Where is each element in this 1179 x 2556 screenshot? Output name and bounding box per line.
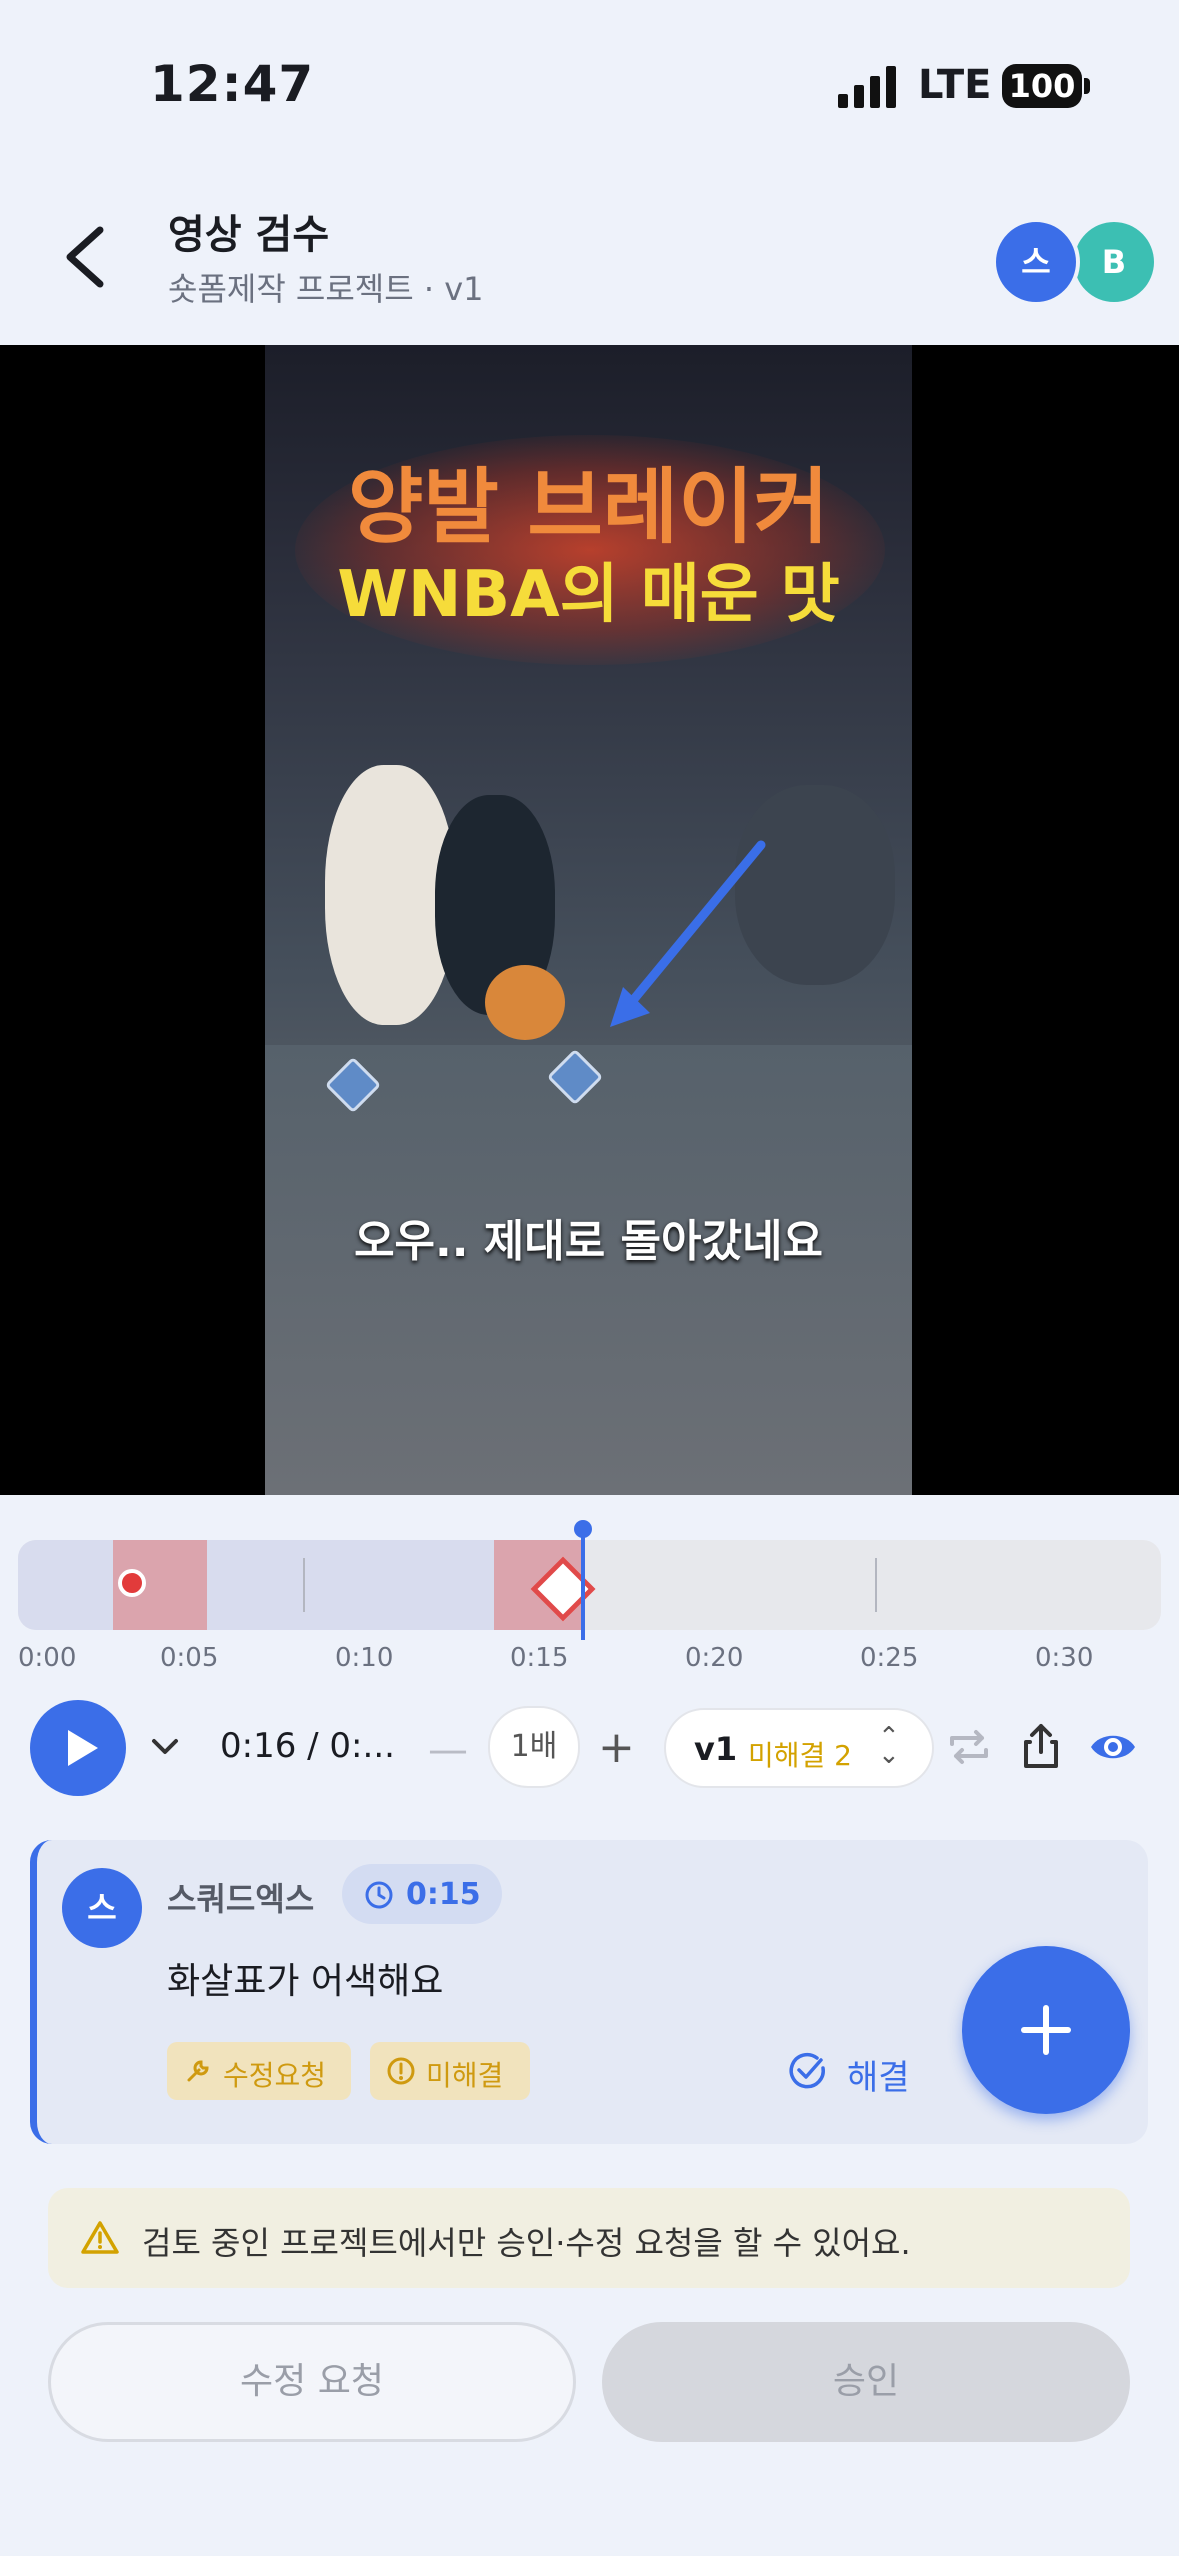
timeline-label: 0:20: [685, 1643, 744, 1673]
clock-icon: [365, 1881, 393, 1909]
status-tag-label: 미해결: [426, 2059, 504, 2092]
comment-author: 스쿼드엑스: [167, 1880, 315, 1918]
playhead-handle[interactable]: [574, 1520, 592, 1538]
video-frame: 양발 브레이커 WNBA의 매운 맛 오우.. 제대로 돌아갔네요: [265, 345, 912, 1495]
timeline-label: 0:15: [510, 1643, 569, 1673]
video-subtitle: 오우.. 제대로 돌아갔네요: [354, 1216, 823, 1267]
timeline-label: 0:10: [335, 1643, 394, 1673]
alert-circle-icon: [387, 2057, 415, 2085]
notice-banner: 검토 중인 프로젝트에서만 승인·수정 요청을 할 수 있어요.: [48, 2188, 1130, 2288]
revision-tag-label: 수정요청: [223, 2059, 327, 2092]
status-time: 12:47: [150, 55, 315, 113]
timeline-tick: [875, 1558, 877, 1612]
timeline-tick: [303, 1558, 305, 1612]
notice-text: 검토 중인 프로젝트에서만 승인·수정 요청을 할 수 있어요.: [142, 2224, 911, 2262]
signal-icon: [838, 66, 896, 108]
resolve-label: 해결: [847, 2058, 910, 2098]
revision-tag: 수정요청: [167, 2042, 351, 2100]
avatar-b[interactable]: B: [1074, 222, 1154, 302]
share-icon[interactable]: [1016, 1720, 1066, 1770]
page-subtitle: 숏폼제작 프로젝트 · v1: [168, 270, 484, 308]
video-player[interactable]: 양발 브레이커 WNBA의 매운 맛 오우.. 제대로 돌아갔네요: [0, 345, 1179, 1495]
eye-icon[interactable]: [1088, 1722, 1138, 1772]
speed-decrease-button[interactable]: —: [428, 1727, 468, 1773]
battery-tip: [1084, 78, 1090, 94]
timeline-comment-dot[interactable]: [118, 1569, 146, 1597]
check-circle-icon: [789, 2052, 825, 2089]
playhead[interactable]: [581, 1522, 585, 1640]
add-comment-button[interactable]: [962, 1946, 1130, 2114]
current-time: 0:16 / 0:...: [220, 1726, 395, 1766]
play-icon: [68, 1730, 98, 1766]
version-selector[interactable]: v1 미해결 2 ⌃ ⌄: [664, 1708, 934, 1788]
comment-timestamp-button[interactable]: 0:15: [342, 1864, 502, 1924]
timeline-label: 0:05: [160, 1643, 219, 1673]
back-arrow-icon[interactable]: [58, 222, 118, 292]
plus-icon: [1021, 2005, 1071, 2055]
wrench-icon: [187, 2060, 209, 2082]
avatar-user[interactable]: 스: [992, 218, 1080, 306]
page-title: 영상 검수: [168, 212, 330, 258]
playback-speed[interactable]: 1배: [488, 1706, 580, 1788]
comment-timestamp: 0:15: [406, 1877, 481, 1912]
timeline-label: 0:00: [18, 1643, 77, 1673]
annotation-arrow: [610, 840, 766, 1027]
comment-text: 화살표가 어색해요: [167, 1961, 444, 2002]
speed-increase-button[interactable]: +: [598, 1722, 635, 1773]
battery-icon: 100: [1002, 64, 1082, 108]
timeline-label: 0:30: [1035, 1643, 1094, 1673]
unresolved-count: 미해결 2: [748, 1739, 852, 1772]
loop-icon[interactable]: [944, 1722, 994, 1772]
approve-button[interactable]: 승인: [602, 2322, 1130, 2442]
comment-avatar: 스: [62, 1868, 142, 1948]
status-tag: 미해결: [370, 2042, 530, 2100]
timeline-track[interactable]: [18, 1540, 1161, 1630]
request-revision-button[interactable]: 수정 요청: [48, 2322, 576, 2442]
warning-triangle-icon: [81, 2221, 119, 2254]
updown-chevron-icon: ⌃ ⌄: [878, 1722, 900, 1770]
network-label: LTE: [918, 62, 992, 108]
timeline-label: 0:25: [860, 1643, 919, 1673]
status-bar: 12:47 LTE 100: [0, 0, 1179, 170]
chevron-down-icon[interactable]: [148, 1730, 182, 1764]
play-button[interactable]: [30, 1700, 126, 1796]
version-label: v1: [694, 1730, 738, 1768]
